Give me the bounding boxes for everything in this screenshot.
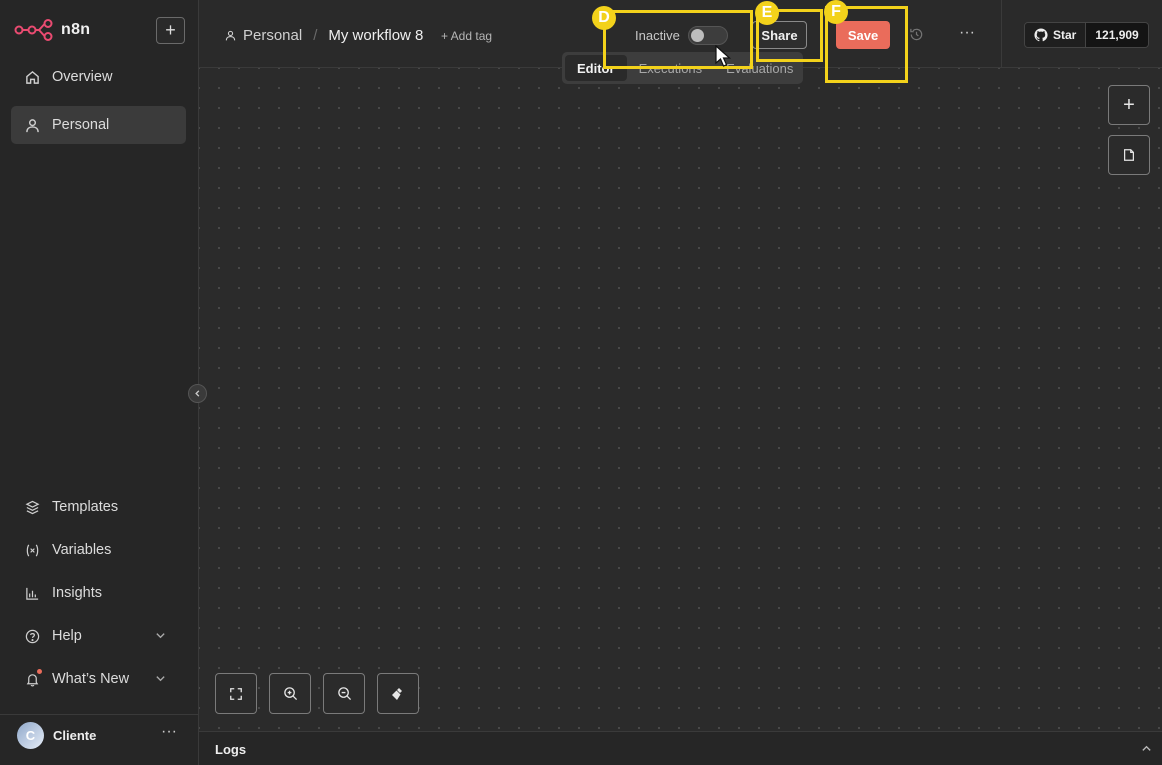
chevron-down-icon (155, 629, 166, 645)
create-button[interactable]: + (156, 17, 185, 44)
workflow-name[interactable]: My workflow 8 (328, 27, 423, 44)
user-menu[interactable]: C Cliente ··· (0, 714, 199, 765)
help-icon (24, 628, 40, 644)
share-button[interactable]: Share (752, 21, 807, 49)
sidebar-item-label: What’s New (52, 671, 130, 687)
sidebar-item-help[interactable]: Help (11, 617, 186, 655)
chevron-up-icon[interactable] (1141, 741, 1152, 759)
sticky-note-button[interactable] (1108, 135, 1150, 175)
zoom-in-icon (283, 687, 297, 701)
more-icon[interactable]: ··· (161, 723, 177, 741)
logs-title: Logs (215, 742, 247, 757)
sidebar-item-templates[interactable]: Templates (11, 488, 186, 526)
breadcrumb: Personal / My workflow 8 (225, 27, 423, 44)
github-star-label: Star (1053, 28, 1077, 42)
breadcrumb-project[interactable]: Personal (243, 27, 302, 44)
bar-chart-icon (24, 585, 40, 601)
sidebar: n8n + Overview Personal Templates Variab… (0, 0, 199, 765)
sidebar-item-variables[interactable]: Variables (11, 531, 186, 569)
chevron-left-icon (195, 390, 200, 397)
workflow-status-label: Inactive (635, 28, 680, 43)
sidebar-item-personal[interactable]: Personal (11, 106, 186, 144)
annotation-badge-e: E (755, 1, 779, 25)
variable-icon (24, 542, 40, 558)
n8n-logo[interactable]: n8n (14, 19, 90, 41)
workflow-canvas[interactable]: + (199, 68, 1162, 731)
tab-editor[interactable]: Editor (565, 55, 627, 81)
notification-dot (37, 669, 42, 674)
sidebar-item-insights[interactable]: Insights (11, 574, 186, 612)
user-icon (225, 30, 236, 41)
sidebar-item-label: Templates (52, 499, 119, 515)
github-star-count[interactable]: 121,909 (1086, 23, 1148, 47)
zoom-in-button[interactable] (269, 673, 311, 714)
collapse-sidebar-button[interactable] (188, 384, 207, 403)
bell-icon (24, 669, 42, 687)
sidebar-item-label: Help (52, 628, 82, 644)
save-button[interactable]: Save (836, 21, 890, 49)
mouse-cursor-icon (715, 45, 732, 67)
sidebar-item-label: Variables (52, 542, 112, 558)
more-actions-icon[interactable]: ··· (959, 24, 975, 42)
logs-panel[interactable]: Logs (199, 731, 1162, 765)
sidebar-item-label: Overview (52, 69, 113, 85)
fullscreen-icon (230, 687, 242, 700)
sidebar-item-label: Insights (52, 585, 102, 601)
zoom-out-icon (337, 687, 351, 701)
annotation-badge-f: F (824, 0, 848, 24)
tidy-up-button[interactable] (377, 673, 419, 714)
broom-icon (392, 687, 402, 700)
zoom-to-fit-button[interactable] (215, 673, 257, 714)
user-name: Cliente (53, 728, 97, 743)
chevron-down-icon (155, 672, 166, 688)
header-divider (1001, 0, 1002, 68)
toggle-knob (691, 29, 704, 42)
user-icon (24, 117, 40, 133)
note-icon (1124, 149, 1134, 161)
plus-icon: + (165, 20, 176, 40)
sidebar-item-overview[interactable]: Overview (11, 58, 186, 96)
add-node-button[interactable]: + (1108, 85, 1150, 125)
add-tag-button[interactable]: + Add tag (441, 29, 492, 43)
box-icon (24, 499, 40, 515)
home-icon (24, 69, 40, 85)
sidebar-item-label: Personal (52, 117, 110, 133)
annotation-badge-d: D (592, 6, 616, 30)
tab-executions[interactable]: Executions (627, 55, 715, 81)
active-toggle[interactable] (688, 26, 728, 45)
github-icon (1034, 28, 1048, 42)
github-star-widget[interactable]: Star 121,909 (1024, 22, 1149, 48)
history-icon[interactable] (909, 27, 924, 47)
github-star-button[interactable]: Star (1025, 23, 1087, 47)
breadcrumb-separator: / (313, 27, 318, 44)
sidebar-item-whats-new[interactable]: What’s New (11, 660, 186, 698)
app-name: n8n (61, 21, 91, 38)
avatar: C (17, 722, 44, 749)
plus-icon: + (1123, 93, 1135, 116)
view-tabs: Editor Executions Evaluations (562, 52, 803, 84)
n8n-logo-icon (14, 19, 53, 41)
zoom-out-button[interactable] (323, 673, 365, 714)
